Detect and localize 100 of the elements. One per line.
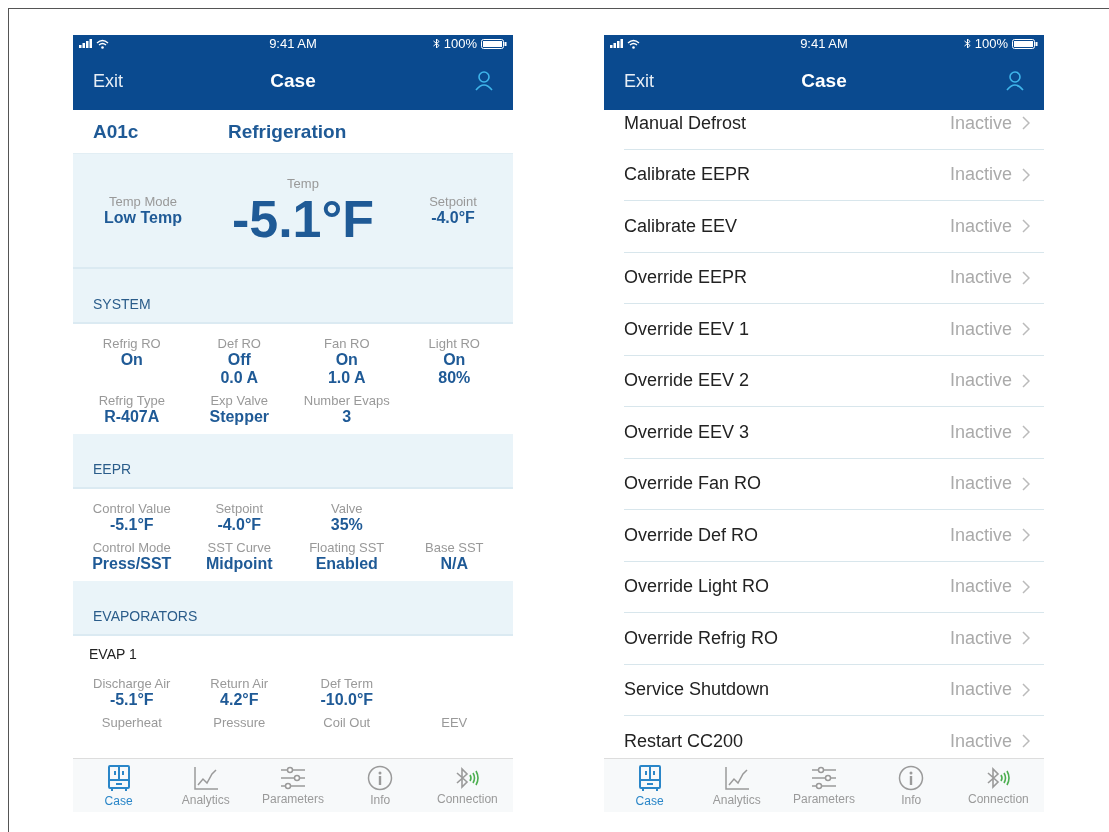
- status-time: 9:41 AM: [800, 36, 848, 51]
- section-header: SYSTEM: [93, 296, 151, 312]
- field-label: Fan RO: [324, 336, 370, 351]
- field-label: Setpoint: [429, 194, 477, 209]
- signal-icon: [610, 39, 624, 48]
- field-value: Low Temp: [104, 209, 182, 227]
- field-value: -5.1°F: [109, 691, 154, 709]
- field-value: R-407A: [104, 408, 160, 426]
- field-value: N/A: [440, 555, 469, 573]
- field-value: Enabled: [315, 555, 378, 573]
- field-label: Control Value: [92, 501, 171, 516]
- tab[interactable]: Case: [606, 759, 694, 812]
- list-item[interactable]: Calibrate EEPR Inactive: [624, 149, 1044, 201]
- nav-title: Case: [801, 70, 847, 92]
- sliders-icon: [811, 765, 837, 790]
- wifi-icon: [96, 38, 109, 49]
- battery-icon: [1012, 38, 1038, 49]
- fridge-icon: [637, 763, 662, 792]
- field-label: Number Evaps: [303, 393, 390, 408]
- line-chart-icon: [192, 764, 219, 791]
- chevron-icon: [1022, 167, 1030, 182]
- field-value: Press/SST: [92, 555, 172, 573]
- section-header: EVAPORATORS: [93, 608, 198, 624]
- user-icon[interactable]: [1006, 71, 1024, 91]
- signal-icon: [79, 39, 93, 48]
- tab[interactable]: Case: [75, 759, 163, 812]
- list-item[interactable]: Override Fan RO Inactive: [624, 458, 1044, 510]
- field-label: Setpoint: [215, 501, 264, 516]
- list-item[interactable]: Manual Defrost Inactive: [624, 110, 1044, 150]
- list-item[interactable]: Override EEV 2 Inactive: [624, 355, 1044, 407]
- field-label: Def RO: [217, 336, 261, 351]
- list-item[interactable]: Override Refrig RO Inactive: [624, 613, 1044, 665]
- list-item[interactable]: Override Light RO Inactive: [624, 561, 1044, 613]
- fridge-icon: [106, 763, 131, 792]
- field-value: 4.2°F: [220, 691, 259, 709]
- field-label: Coil Out: [323, 715, 371, 730]
- field-value: 3: [342, 408, 352, 426]
- exit-button[interactable]: Exit: [93, 70, 123, 92]
- chevron-icon: [1022, 734, 1030, 749]
- exit-button[interactable]: Exit: [624, 70, 654, 92]
- list-item[interactable]: Override Def RO Inactive: [624, 510, 1044, 562]
- subsection-title: EVAP 1: [89, 646, 137, 662]
- field-value: On: [120, 351, 143, 369]
- line-chart-icon: [723, 764, 750, 791]
- wifi-icon: [627, 38, 640, 49]
- field-value: On 80%: [438, 351, 471, 387]
- field-label: Exp Valve: [210, 393, 269, 408]
- field-label: Pressure: [213, 715, 266, 730]
- chevron-icon: [1022, 528, 1030, 543]
- field-label: Light RO: [428, 336, 480, 351]
- chevron-icon: [1022, 682, 1030, 697]
- sliders-icon: [280, 765, 306, 790]
- field-value: -4.0°F: [431, 209, 475, 227]
- list-item[interactable]: Override EEPR Inactive: [624, 252, 1044, 304]
- field-label: SST Curve: [207, 540, 271, 555]
- status-time: 9:41 AM: [269, 36, 317, 51]
- field-label: Control Mode: [92, 540, 171, 555]
- chevron-icon: [1022, 476, 1030, 491]
- field-value: -10.0°F: [320, 691, 374, 709]
- field-label: Temp Mode: [109, 194, 177, 209]
- battery-percent: 100%: [443, 36, 477, 51]
- field-value: Off 0.0 A: [220, 351, 259, 387]
- chevron-icon: [1022, 579, 1030, 594]
- bluetooth-icon: [963, 38, 971, 49]
- list-item[interactable]: Override EEV 3 Inactive: [624, 407, 1044, 459]
- chevron-icon: [1022, 270, 1030, 285]
- chevron-icon: [1022, 631, 1030, 646]
- chevron-icon: [1022, 322, 1030, 337]
- info-icon: [367, 764, 394, 791]
- battery-percent: 100%: [974, 36, 1008, 51]
- field-value: -5.1°F: [109, 516, 154, 534]
- field-label: Def Term: [320, 676, 373, 691]
- section-header: EEPR: [93, 461, 132, 477]
- field-label: Superheat: [101, 715, 162, 730]
- nav-title: Case: [270, 70, 316, 92]
- field-value: Stepper: [209, 408, 270, 426]
- field-label: Return Air: [210, 676, 269, 691]
- battery-icon: [481, 38, 507, 49]
- field-label: Valve: [330, 501, 363, 516]
- temp-reading: -5.1°F: [231, 193, 375, 245]
- chevron-icon: [1022, 425, 1030, 440]
- temp-label: Temp: [287, 176, 319, 191]
- field-value: -4.0°F: [217, 516, 262, 534]
- info-icon: [898, 764, 925, 791]
- chevron-icon: [1022, 219, 1030, 234]
- field-label: Refrig RO: [102, 336, 161, 351]
- field-label: EEV: [441, 715, 468, 730]
- list-item[interactable]: Calibrate EEV Inactive: [624, 201, 1044, 253]
- field-label: Floating SST: [309, 540, 385, 555]
- case-id: A01c: [92, 120, 140, 143]
- field-value: 35%: [330, 516, 363, 534]
- list-item[interactable]: Service Shutdown Inactive: [624, 664, 1044, 716]
- chevron-icon: [1022, 116, 1030, 131]
- user-icon[interactable]: [475, 71, 493, 91]
- field-label: Refrig Type: [98, 393, 165, 408]
- list-item[interactable]: Override EEV 1 Inactive: [624, 304, 1044, 356]
- field-label: Base SST: [425, 540, 484, 555]
- field-value: Midpoint: [205, 555, 273, 573]
- bluetooth-icon: [432, 38, 440, 49]
- field-label: Discharge Air: [93, 676, 171, 691]
